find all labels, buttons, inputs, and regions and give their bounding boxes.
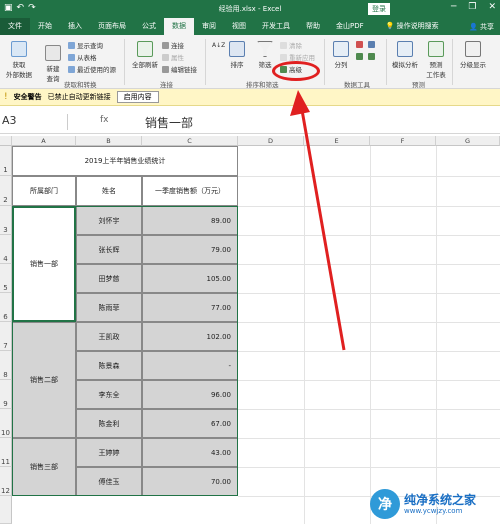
annotation-arrow bbox=[290, 90, 346, 351]
watermark-logo: 净 bbox=[370, 489, 400, 519]
site-watermark: 净 纯净系统之家 www.ycwjzy.com bbox=[370, 486, 498, 522]
arrow-shaft bbox=[300, 109, 346, 351]
watermark-url: www.ycwjzy.com bbox=[404, 507, 463, 515]
arrow-head bbox=[290, 90, 310, 116]
watermark-name: 纯净系统之家 bbox=[404, 493, 477, 507]
